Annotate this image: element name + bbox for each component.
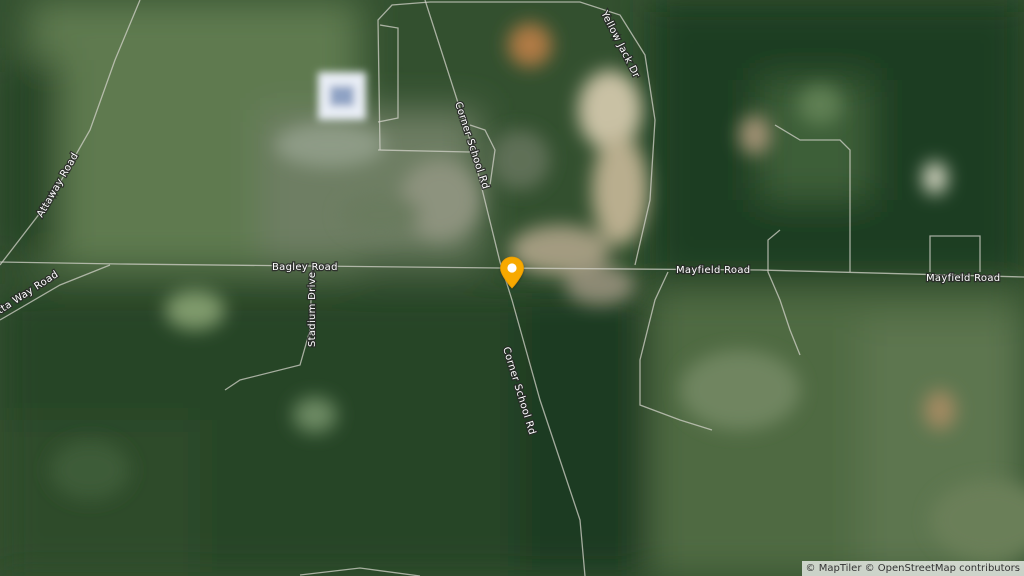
road-label-mayfield-road-2: Mayfield Road <box>926 273 1000 284</box>
map-pin-icon[interactable] <box>498 255 526 291</box>
building-layer <box>318 72 366 120</box>
attribution-text: © MapTiler © OpenStreetMap contributors <box>805 563 1020 574</box>
map-attribution[interactable]: © MapTiler © OpenStreetMap contributors <box>801 561 1024 576</box>
road-label-mayfield-road-1: Mayfield Road <box>676 265 750 276</box>
road-label-stadium-drive: Stadium Drive <box>307 272 318 347</box>
map-view[interactable]: Bagley Road Mayfield Road Mayfield Road … <box>0 0 1024 576</box>
road-label-bagley-road: Bagley Road <box>272 262 338 273</box>
